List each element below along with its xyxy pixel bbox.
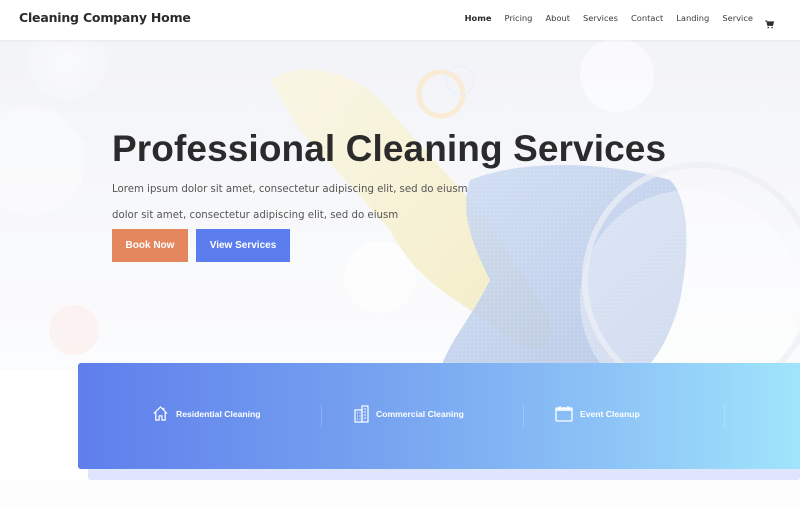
building-icon: [354, 405, 369, 423]
hero-subtitle: Lorem ipsum dolor sit amet, consectetur …: [112, 177, 492, 229]
nav-item-home[interactable]: Home: [465, 13, 492, 23]
hero-subtitle-line: Lorem ipsum dolor sit amet, consectetur …: [112, 184, 468, 195]
main-nav: Home Pricing About Services Contact Land…: [452, 13, 775, 28]
service-divider: [523, 405, 524, 427]
hero-section: Professional Cleaning Services Lorem ips…: [0, 40, 800, 370]
calendar-icon: [555, 406, 573, 422]
nav-item-service[interactable]: Service: [722, 13, 753, 23]
nav-item-services[interactable]: Services: [583, 13, 618, 23]
house-icon: [153, 406, 168, 421]
service-label: Commercial Cleaning: [376, 409, 464, 419]
service-label: Residential Cleaning: [176, 408, 261, 419]
service-item-residential[interactable]: Residential Cleaning: [152, 405, 261, 422]
nav-item-contact[interactable]: Contact: [631, 13, 663, 23]
view-services-button[interactable]: View Services: [196, 229, 290, 262]
nav-item-pricing[interactable]: Pricing: [504, 13, 532, 23]
page-bottom-area: [0, 480, 800, 509]
book-now-button[interactable]: Book Now: [112, 229, 188, 262]
site-header: Cleaning Company Home Home Pricing About…: [0, 0, 800, 40]
shopping-cart-icon[interactable]: [765, 14, 775, 28]
service-item-commercial[interactable]: Commercial Cleaning: [354, 405, 464, 423]
services-band: Residential Cleaning Commercial Cleaning…: [78, 363, 800, 469]
site-title[interactable]: Cleaning Company Home: [19, 10, 191, 25]
nav-item-about[interactable]: About: [545, 13, 570, 23]
service-divider: [724, 405, 725, 427]
hero-subtitle-line: dolor sit amet, consectetur adipiscing e…: [112, 210, 399, 221]
services-band-shadow: [88, 468, 800, 480]
service-label: Event Cleanup: [580, 408, 640, 419]
nav-item-landing[interactable]: Landing: [676, 13, 709, 23]
hero-title: Professional Cleaning Services: [112, 128, 667, 169]
service-divider: [321, 405, 322, 427]
service-item-event[interactable]: Event Cleanup: [555, 405, 640, 422]
